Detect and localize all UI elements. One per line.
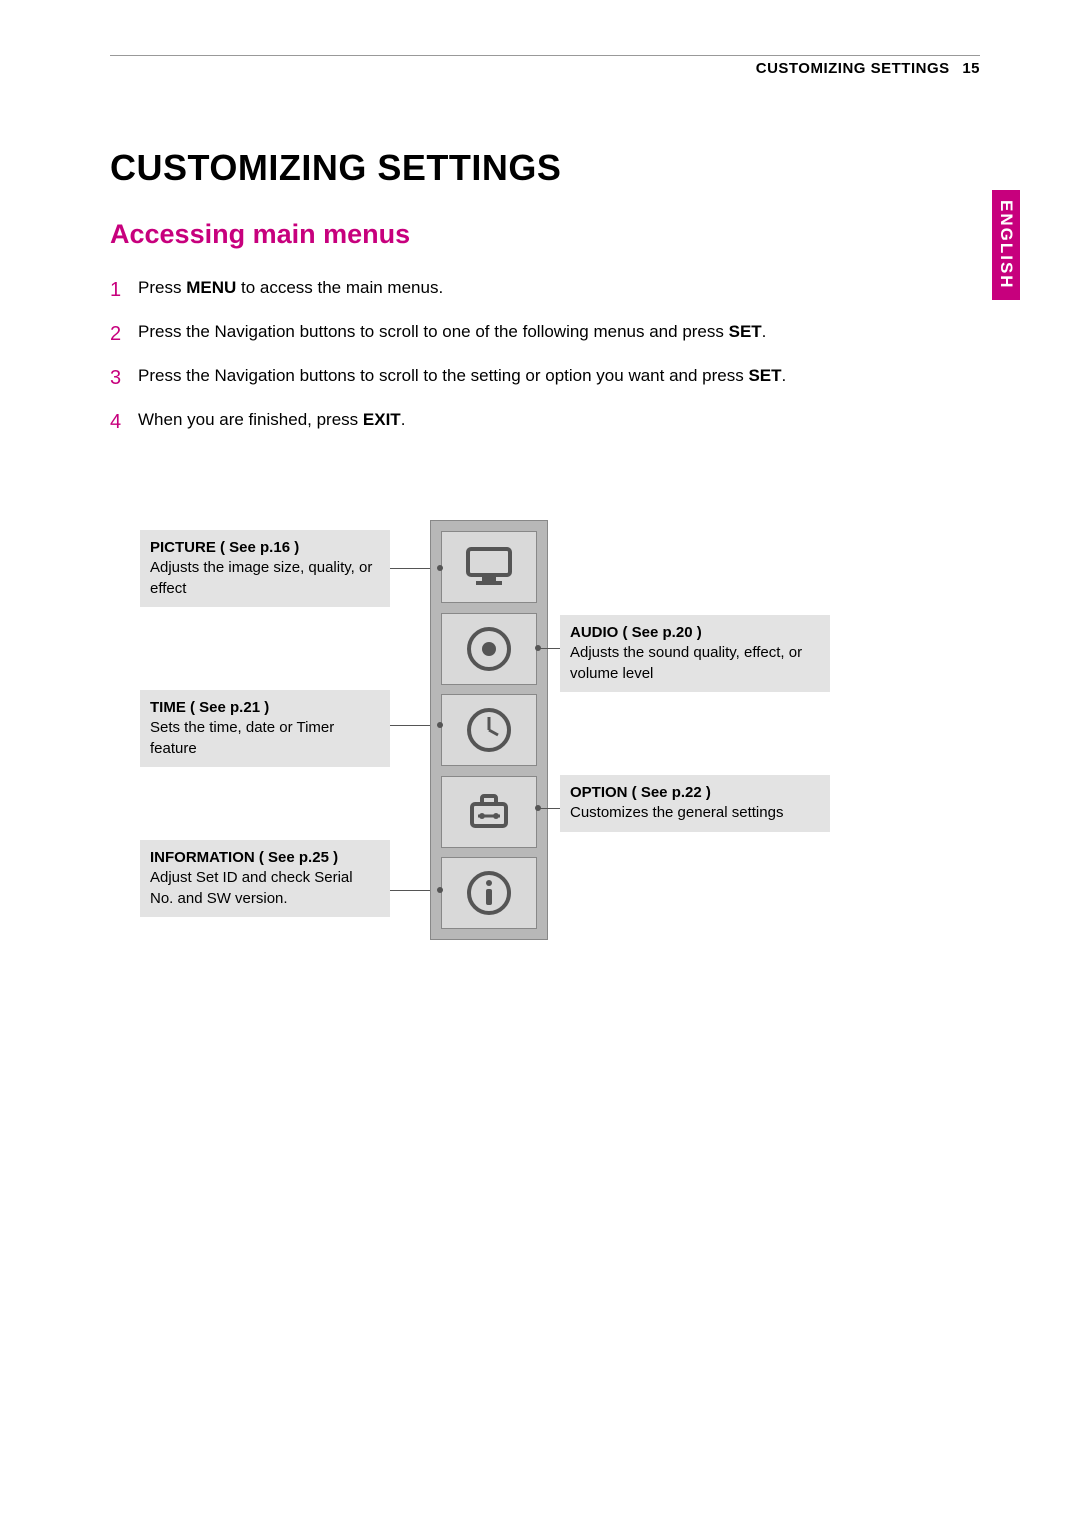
audio-callout: AUDIO ( See p.20 ) Adjusts the sound qua… [560, 615, 830, 692]
header-rule [110, 55, 980, 56]
steps-list: 1 Press MENU to access the main menus. 2… [110, 275, 980, 437]
picture-menu-icon [441, 531, 537, 603]
speaker-icon [464, 624, 514, 674]
info-icon [464, 868, 514, 918]
section-heading: Accessing main menus [110, 219, 980, 250]
connector [390, 568, 430, 569]
page-content: CUSTOMIZING SETTINGS 15 CUSTOMIZING SETT… [110, 55, 980, 451]
option-callout: OPTION ( See p.22 ) Customizes the gener… [560, 775, 830, 832]
connector-dot [437, 887, 443, 893]
connector [390, 890, 430, 891]
audio-menu-icon [441, 613, 537, 685]
menu-diagram: PICTURE ( See p.16 ) Adjusts the image s… [140, 520, 940, 950]
running-header: CUSTOMIZING SETTINGS 15 [110, 60, 980, 77]
step-1: 1 Press MENU to access the main menus. [110, 275, 980, 305]
header-page-number: 15 [962, 60, 980, 77]
toolbox-icon [464, 790, 514, 834]
step-3: 3 Press the Navigation buttons to scroll… [110, 363, 980, 393]
connector-dot [535, 645, 541, 651]
picture-callout: PICTURE ( See p.16 ) Adjusts the image s… [140, 530, 390, 607]
language-tab: ENGLISH [992, 190, 1020, 300]
step-4: 4 When you are finished, press EXIT. [110, 407, 980, 437]
connector-dot [437, 722, 443, 728]
monitor-icon [464, 545, 514, 589]
option-menu-icon [441, 776, 537, 848]
time-callout: TIME ( See p.21 ) Sets the time, date or… [140, 690, 390, 767]
connector [390, 725, 430, 726]
information-callout: INFORMATION ( See p.25 ) Adjust Set ID a… [140, 840, 390, 917]
information-menu-icon [441, 857, 537, 929]
step-2: 2 Press the Navigation buttons to scroll… [110, 319, 980, 349]
connector-dot [437, 565, 443, 571]
clock-icon [464, 705, 514, 755]
connector [538, 808, 560, 809]
header-section: CUSTOMIZING SETTINGS [756, 60, 950, 77]
page-title: CUSTOMIZING SETTINGS [110, 147, 980, 189]
time-menu-icon [441, 694, 537, 766]
connector-dot [535, 805, 541, 811]
connector [538, 648, 560, 649]
menu-icon-column [430, 520, 548, 940]
